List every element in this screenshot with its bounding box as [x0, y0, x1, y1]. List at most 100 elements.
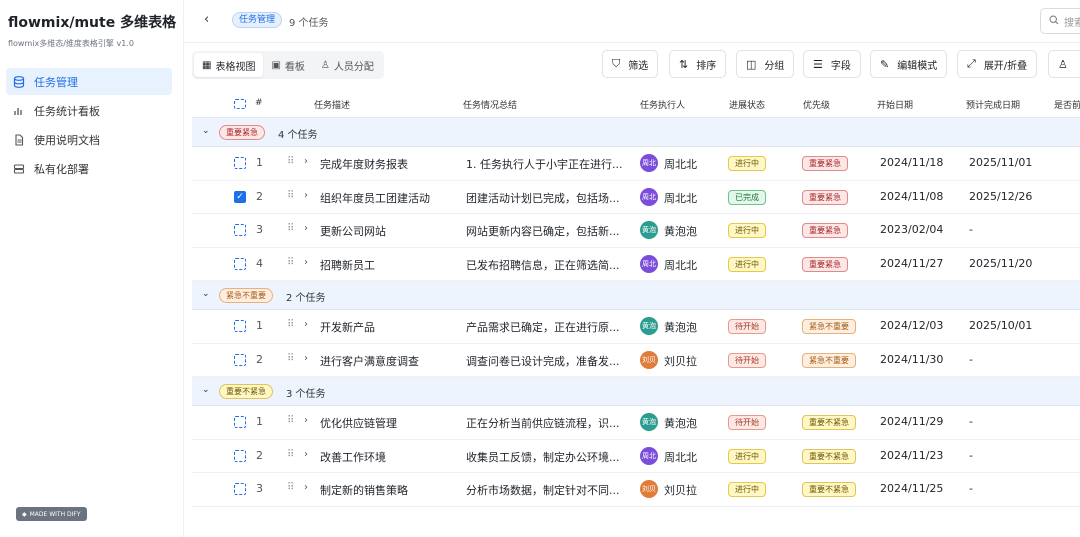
row-checkbox[interactable]	[234, 320, 246, 332]
expand-row-chevron-icon[interactable]: ›	[304, 353, 308, 364]
tab-people[interactable]: ♙ 人员分配	[313, 53, 382, 77]
start-date-cell[interactable]: 2024/11/29	[880, 415, 943, 428]
priority-badge[interactable]: 重要紧急	[802, 223, 848, 238]
start-date-cell[interactable]: 2024/11/27	[880, 257, 943, 270]
expand-collapse-button[interactable]: ⤢ 展开/折叠	[957, 50, 1038, 78]
row-checkbox[interactable]	[234, 449, 246, 462]
chevron-down-icon[interactable]: ⌄	[202, 126, 210, 136]
task-summary-cell[interactable]: 1. 任务执行人于小宇正在进行...	[466, 156, 630, 172]
end-date-cell[interactable]: -	[969, 449, 973, 462]
start-date-cell[interactable]: 2024/12/03	[880, 319, 943, 332]
made-with-badge[interactable]: ◆ MADE WITH DIFY	[16, 507, 87, 521]
priority-badge[interactable]: 重要紧急	[802, 189, 848, 205]
start-date-cell[interactable]: 2023/02/04	[880, 223, 943, 236]
task-description-cell[interactable]: 招聘新员工	[320, 257, 375, 273]
col-header-num[interactable]: #	[255, 98, 263, 108]
start-date-cell[interactable]: 2024/11/25	[880, 482, 943, 495]
group-button[interactable]: ◫ 分组	[736, 50, 795, 78]
assignee-name[interactable]: 周北北	[664, 156, 697, 172]
col-header-desc[interactable]: 任务描述	[314, 98, 350, 111]
select-all-checkbox[interactable]	[234, 99, 246, 109]
priority-badge[interactable]: 重要不紧急	[802, 482, 856, 497]
task-summary-cell[interactable]: 分析市场数据，制定针对不同...	[466, 482, 630, 498]
end-date-cell[interactable]: 2025/11/01	[969, 156, 1032, 169]
start-date-cell[interactable]: 2024/11/18	[880, 156, 943, 169]
task-description-cell[interactable]: 优化供应链管理	[320, 415, 397, 431]
end-date-cell[interactable]: 2025/12/26	[969, 190, 1032, 203]
assignee-name[interactable]: 黄泡泡	[664, 223, 697, 239]
status-badge[interactable]: 进行中	[728, 223, 766, 238]
expand-row-chevron-icon[interactable]: ›	[304, 223, 308, 234]
priority-badge[interactable]: 重要紧急	[802, 156, 848, 171]
table-row[interactable]: 1 ⠿ › 开发新产品 产品需求已确定，正在进行原... 黄泡 黄泡泡 待开始 紧急不重要 202…	[192, 310, 1080, 344]
priority-badge[interactable]: 紧急不重要	[802, 352, 856, 368]
expand-row-chevron-icon[interactable]: ›	[304, 449, 308, 460]
drag-handle-icon[interactable]: ⠿	[287, 319, 294, 330]
table-row[interactable]: 3 ⠿ › 更新公司网站 网站更新内容已确定，包括新... 黄泡 黄泡泡 进行中 重要紧急 202…	[192, 214, 1080, 248]
col-header-person[interactable]: 任务执行人	[640, 98, 685, 111]
drag-handle-icon[interactable]: ⠿	[287, 415, 294, 426]
col-header-status[interactable]: 进展状态	[729, 98, 765, 111]
start-date-cell[interactable]: 2024/11/23	[880, 449, 943, 462]
task-description-cell[interactable]: 改善工作环境	[320, 449, 386, 465]
chevron-down-icon[interactable]: ⌄	[202, 385, 210, 395]
status-badge[interactable]: 进行中	[728, 448, 766, 464]
assignee-name[interactable]: 刘贝拉	[664, 353, 697, 369]
table-row[interactable]: 4 ⠿ › 招聘新员工 已发布招聘信息，正在筛选简... 周北 周北北 进行中 重要紧急 2024…	[192, 248, 1080, 281]
end-date-cell[interactable]: 2025/10/01	[969, 319, 1032, 332]
task-description-cell[interactable]: 进行客户满意度调查	[320, 353, 419, 369]
expand-row-chevron-icon[interactable]: ›	[304, 482, 308, 493]
drag-handle-icon[interactable]: ⠿	[287, 257, 294, 268]
table-row[interactable]: 1 ⠿ › 优化供应链管理 正在分析当前供应链流程，识... 黄泡 黄泡泡 待开始 重要不紧急 2…	[192, 406, 1080, 440]
row-checkbox[interactable]	[234, 353, 246, 366]
row-checkbox[interactable]	[234, 257, 246, 270]
priority-badge[interactable]: 重要紧急	[802, 256, 848, 272]
end-date-cell[interactable]: -	[969, 415, 973, 428]
expand-row-chevron-icon[interactable]: ›	[304, 257, 308, 268]
drag-handle-icon[interactable]: ⠿	[287, 156, 294, 167]
group-header[interactable]: ⌄ 重要紧急 4 个任务	[192, 118, 1080, 147]
expand-row-chevron-icon[interactable]: ›	[304, 156, 308, 167]
task-summary-cell[interactable]: 产品需求已确定，正在进行原...	[466, 319, 630, 335]
assignee-name[interactable]: 黄泡泡	[664, 319, 697, 335]
row-checkbox[interactable]	[234, 224, 246, 236]
sidebar-item-task-stats[interactable]: 任务统计看板	[6, 97, 172, 124]
end-date-cell[interactable]: -	[969, 353, 973, 366]
col-header-summary[interactable]: 任务情况总结	[463, 98, 517, 111]
status-badge[interactable]: 进行中	[728, 156, 766, 171]
tab-kanban[interactable]: ▣ 看板	[263, 53, 312, 77]
table-row[interactable]: 1 ⠿ › 完成年度财务报表 1. 任务执行人于小宇正在进行... 周北 周北北 进行中 重要紧…	[192, 147, 1080, 181]
task-summary-cell[interactable]: 正在分析当前供应链流程，识...	[466, 415, 630, 431]
back-chevron-icon[interactable]: ‹	[204, 12, 209, 27]
row-checkbox[interactable]: ✓	[234, 190, 246, 203]
assignee-name[interactable]: 周北北	[664, 449, 697, 465]
table-row[interactable]: 2 ⠿ › 进行客户满意度调查 调查问卷已设计完成，准备发... 刘贝 刘贝拉 待开始 紧急不重…	[192, 344, 1080, 377]
drag-handle-icon[interactable]: ⠿	[287, 353, 294, 364]
group-header[interactable]: ⌄ 紧急不重要 2 个任务	[192, 281, 1080, 310]
assignee-name[interactable]: 周北北	[664, 257, 697, 273]
chevron-down-icon[interactable]: ⌄	[202, 289, 210, 299]
task-description-cell[interactable]: 完成年度财务报表	[320, 156, 408, 172]
status-badge[interactable]: 进行中	[728, 256, 766, 272]
col-header-end[interactable]: 预计完成日期	[966, 98, 1020, 111]
status-badge[interactable]: 已完成	[728, 189, 766, 205]
task-summary-cell[interactable]: 网站更新内容已确定，包括新...	[466, 223, 630, 239]
col-header-priority[interactable]: 优先级	[803, 98, 830, 111]
table-row[interactable]: 3 ⠿ › 制定新的销售策略 分析市场数据，制定针对不同... 刘贝 刘贝拉 进行中 重要不紧急…	[192, 473, 1080, 507]
fields-button[interactable]: ☰ 字段	[803, 50, 861, 78]
start-date-cell[interactable]: 2024/11/30	[880, 353, 943, 366]
task-description-cell[interactable]: 更新公司网站	[320, 223, 386, 239]
row-checkbox[interactable]	[234, 416, 246, 428]
sort-button[interactable]: ⇅ 排序	[669, 50, 727, 78]
task-summary-cell[interactable]: 团建活动计划已完成，包括场...	[466, 190, 630, 206]
task-summary-cell[interactable]: 调查问卷已设计完成，准备发...	[466, 353, 630, 369]
priority-badge[interactable]: 重要不紧急	[802, 448, 856, 464]
col-header-extra[interactable]: 是否前	[1054, 98, 1080, 111]
drag-handle-icon[interactable]: ⠿	[287, 223, 294, 234]
status-badge[interactable]: 待开始	[728, 415, 766, 430]
user-menu-button[interactable]: ♙	[1048, 50, 1080, 78]
drag-handle-icon[interactable]: ⠿	[287, 190, 294, 201]
table-row[interactable]: ✓ 2 ⠿ › 组织年度员工团建活动 团建活动计划已完成，包括场... 周北 周北北 已完成 重要…	[192, 181, 1080, 214]
task-description-cell[interactable]: 制定新的销售策略	[320, 482, 408, 498]
row-checkbox[interactable]	[234, 157, 246, 169]
